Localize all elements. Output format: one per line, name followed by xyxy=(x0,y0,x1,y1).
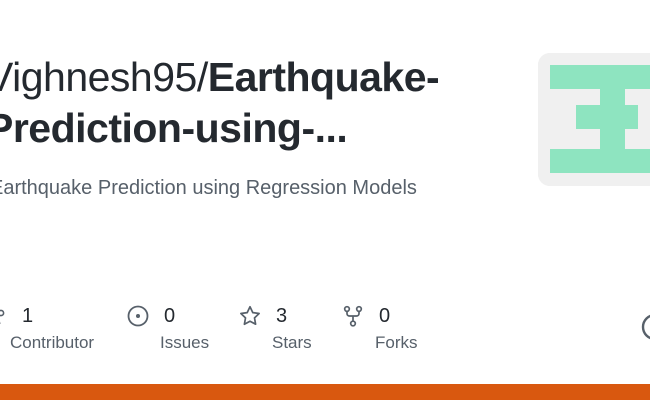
stars-label: Stars xyxy=(272,333,312,352)
repo-stats: 1 Contributor 0 Issues 3 Stars 0 Forks xyxy=(0,300,650,360)
stat-issues: 0 Issues xyxy=(126,300,209,353)
contributors-count: 1 xyxy=(22,304,34,327)
issue-opened-icon xyxy=(126,304,150,328)
forks-label: Forks xyxy=(375,333,418,352)
language-bar xyxy=(0,384,650,400)
owner-identicon xyxy=(538,53,650,186)
stat-stars: 3 Stars xyxy=(238,300,312,353)
stars-count: 3 xyxy=(276,304,288,327)
people-icon xyxy=(0,304,8,328)
star-icon xyxy=(238,304,262,328)
github-logo-icon xyxy=(640,312,650,342)
issues-count: 0 xyxy=(164,304,176,327)
forks-count: 0 xyxy=(379,304,391,327)
repo-description: Earthquake Prediction using Regression M… xyxy=(0,177,417,199)
stat-contributors: 1 Contributor xyxy=(0,300,94,353)
repo-owner: Vighnesh95/ xyxy=(0,54,208,100)
identicon-icon xyxy=(538,53,650,186)
repo-title: Vighnesh95/Earthquake-Prediction-using-.… xyxy=(0,52,496,154)
issues-label: Issues xyxy=(160,333,210,352)
contributors-label: Contributor xyxy=(10,333,95,352)
stat-forks: 0 Forks xyxy=(341,300,418,353)
repo-social-card: Vighnesh95/Earthquake-Prediction-using-.… xyxy=(0,0,650,400)
repo-forked-icon xyxy=(341,304,365,328)
